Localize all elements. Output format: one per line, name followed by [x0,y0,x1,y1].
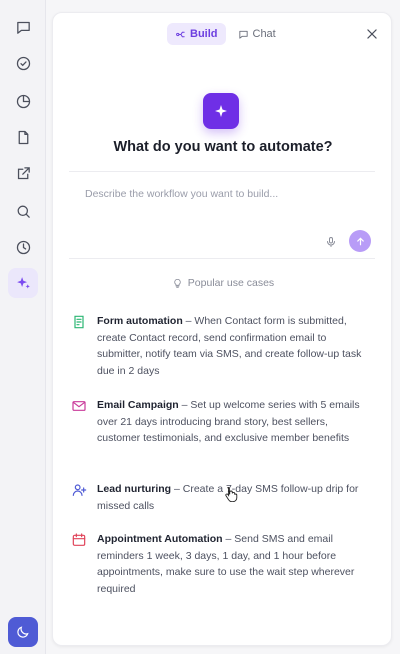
chat-bubble-icon[interactable] [8,12,38,42]
automation-panel: Build Chat What do you want to automate?… [52,12,392,646]
use-case-title: Appointment Automation [97,533,223,545]
use-case-title: Form automation [97,315,183,327]
use-case-appointment-automation[interactable]: Appointment Automation – Send SMS and em… [71,531,371,597]
arrow-up-icon [356,236,364,245]
search-icon[interactable] [8,196,38,226]
mode-toggle: Build Chat [167,23,284,45]
hand-cursor-icon [225,487,238,502]
use-case-email-campaign[interactable]: Email Campaign – Set up welcome series w… [71,397,371,447]
use-case-lead-nurturing[interactable]: Lead nurturing – Create a 7-day SMS foll… [71,481,371,514]
sidebar-rail [0,0,46,654]
pie-chart-icon[interactable] [8,86,38,116]
use-case-title: Email Campaign [97,399,179,411]
theme-toggle-button[interactable] [8,617,38,647]
sparkles-icon[interactable] [8,268,38,298]
check-circle-icon[interactable] [8,48,38,78]
history-icon[interactable] [8,232,38,262]
page-title: What do you want to automate? [113,139,333,155]
popular-label: Popular use cases [187,277,275,289]
lightbulb-icon [174,278,181,288]
close-icon[interactable] [365,27,379,41]
workflow-prompt-input[interactable] [85,188,355,200]
build-icon [176,31,185,37]
moon-icon [17,626,29,638]
popular-use-cases-header: Popular use cases [53,277,393,289]
calendar-icon [72,533,86,546]
form-icon [74,315,84,329]
mail-icon [72,401,86,411]
tab-chat-label: Chat [252,28,276,40]
microphone-icon[interactable] [325,236,337,248]
file-icon[interactable] [8,122,38,152]
tab-chat[interactable]: Chat [230,23,284,45]
user-plus-icon [72,484,87,496]
chat-icon [238,30,248,39]
tab-build-label: Build [190,28,218,40]
tab-build[interactable]: Build [167,23,226,45]
send-button[interactable] [349,230,371,252]
use-case-title: Lead nurturing [97,483,172,495]
external-link-icon[interactable] [8,158,38,188]
prompt-box [69,171,375,259]
hero-sparkle-icon [203,93,239,129]
use-case-form-automation[interactable]: Form automation – When Contact form is s… [71,313,371,379]
